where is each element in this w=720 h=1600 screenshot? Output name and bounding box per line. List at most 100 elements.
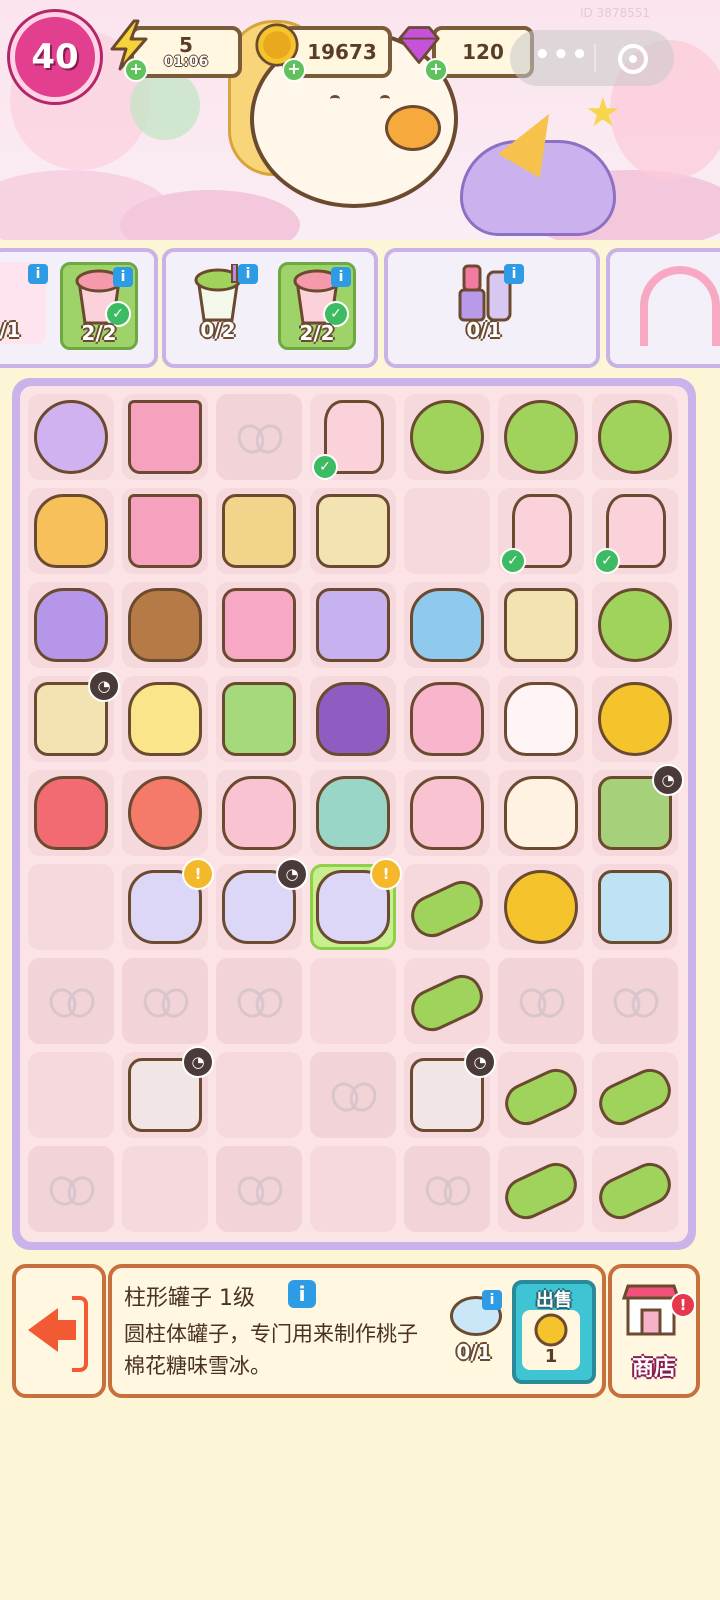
sell-button[interactable]: 出售 1 [512,1280,596,1384]
board-cell[interactable]: ! [122,858,214,950]
locked-cell[interactable] [310,1052,396,1138]
board-cell[interactable] [310,770,396,856]
locked-cell[interactable] [592,958,678,1044]
board-cell[interactable] [404,958,490,1044]
info-icon[interactable]: i [238,264,258,284]
board-cell[interactable] [216,488,302,574]
board-cell[interactable] [404,770,490,856]
board-cell[interactable] [122,582,208,668]
board-cell[interactable] [404,394,490,480]
mochi-icon [222,776,296,850]
sell-price: 1 [544,1346,558,1367]
exit-button[interactable] [12,1264,106,1398]
more-button[interactable]: ••• [534,40,590,70]
requirement-item[interactable]: i 0/1 [442,1290,506,1366]
board-cell[interactable] [592,1052,678,1138]
gem-value: 120 [462,40,504,64]
energy-value: 5 [179,33,193,57]
mascot-beak [385,105,441,151]
board-cell[interactable] [122,394,208,480]
board-cell[interactable] [216,770,302,856]
locked-cell[interactable] [122,958,208,1044]
board-cell[interactable]: ✓ [592,488,678,574]
board-cell[interactable] [216,676,302,762]
board-cell[interactable]: ◔ [592,764,684,856]
level-badge[interactable]: 40 [10,12,100,102]
board-cell[interactable] [310,582,396,668]
board-cell[interactable] [28,394,114,480]
locked-cell[interactable] [216,394,302,480]
add-gems-button[interactable]: + [424,58,448,82]
info-icon[interactable]: i [113,267,133,287]
board-cell[interactable]: ◔ [216,858,308,950]
board-cell[interactable] [310,488,396,574]
board-cell[interactable] [592,394,678,480]
board-cell[interactable] [498,676,584,762]
board-cell[interactable]: ✓ [498,488,584,574]
order-card[interactable] [606,248,720,368]
board-cell[interactable] [28,582,114,668]
bow-lock-icon [50,1176,94,1202]
board-cell[interactable] [592,1146,678,1232]
info-icon[interactable]: i [482,1290,502,1310]
empty-cell[interactable] [404,488,490,574]
item-description: 圆柱体罐子，专门用来制作桃子棉花糖味雪冰。 [124,1322,418,1378]
add-coins-button[interactable]: + [282,58,306,82]
board-cell[interactable]: ◔ [404,1046,496,1138]
mascot-eye [380,95,390,103]
info-icon[interactable]: i [331,267,351,287]
locked-cell[interactable] [216,1146,302,1232]
board-cell[interactable] [592,864,678,950]
board-cell[interactable]: ! [310,858,402,950]
capsule-divider [594,44,596,72]
empty-cell[interactable] [28,1052,114,1138]
locked-cell[interactable] [404,1146,490,1232]
board-cell[interactable] [498,394,584,480]
order-card[interactable]: i 0/1 [384,248,600,368]
board-cell[interactable] [498,1146,584,1232]
empty-cell[interactable] [122,1146,208,1232]
item-info-button[interactable]: i [288,1280,316,1308]
board-cell[interactable]: ◔ [122,1046,214,1138]
board-cell[interactable] [592,582,678,668]
board-cell[interactable] [498,770,584,856]
board-cell[interactable]: ✓ [310,394,396,480]
locked-cell[interactable] [498,958,584,1044]
board-cell[interactable] [404,864,490,950]
board-cell[interactable] [216,582,302,668]
info-icon[interactable]: i [28,264,48,284]
locked-cell[interactable] [28,958,114,1044]
board-cell[interactable] [28,770,114,856]
empty-cell[interactable] [216,1052,302,1138]
order-card[interactable]: i /1 i ✓ 2/2 [0,248,158,368]
board-cell[interactable] [122,676,208,762]
board-cell[interactable] [122,770,208,856]
locked-cell[interactable] [216,958,302,1044]
board-cell[interactable] [592,676,678,762]
close-miniprogram-button[interactable] [618,44,648,74]
info-icon[interactable]: i [504,264,524,284]
board-cell[interactable] [498,1052,584,1138]
timer-icon: ◔ [88,670,120,702]
shop-button[interactable]: ! 商店 [608,1264,700,1398]
empty-cell[interactable] [28,864,114,950]
board-cell[interactable] [498,582,584,668]
locked-cell[interactable] [28,1146,114,1232]
user-id: ID 3878551 [580,6,651,20]
empty-cell[interactable] [310,1146,396,1232]
teddy-bear-icon [128,588,202,662]
board-cell[interactable]: ◔ [28,670,120,762]
board-cell[interactable] [310,676,396,762]
check-icon: ✓ [594,548,620,574]
mascot-eye [330,95,340,103]
order-card[interactable]: i 0/2 i ✓ 2/2 [162,248,378,368]
board-cell[interactable] [28,488,114,574]
board-cell[interactable] [404,676,490,762]
board-cell[interactable] [498,864,584,950]
board-cell[interactable] [404,582,490,668]
lollipop-icon [504,400,578,474]
add-energy-button[interactable]: + [124,58,148,82]
board-cell[interactable] [122,488,208,574]
butter-icon [504,588,578,662]
empty-cell[interactable] [310,958,396,1044]
